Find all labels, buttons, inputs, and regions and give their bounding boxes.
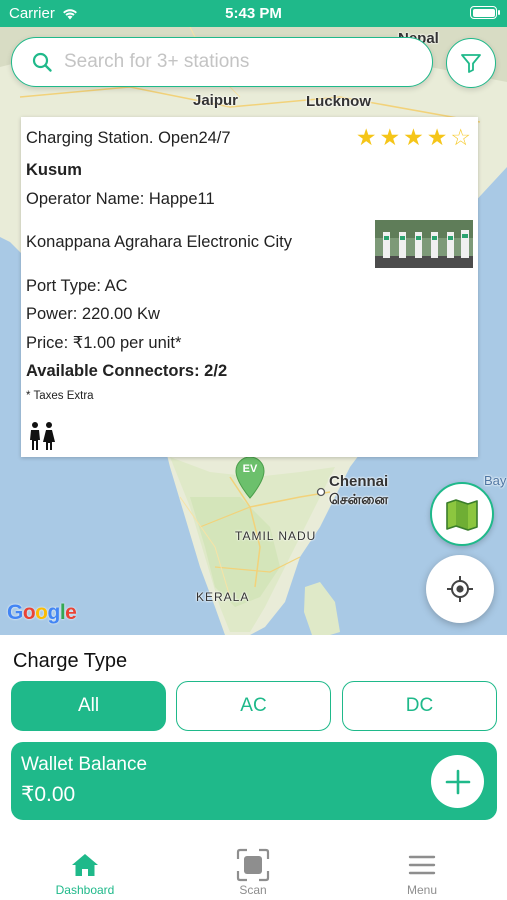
station-info-card[interactable]: Charging Station. Open24/7 ★ ★ ★ ★ ☆ Kus… [21,117,478,457]
map-label-lucknow: Lucknow [306,93,372,110]
rating-stars: ★ ★ ★ ★ ☆ [356,126,471,149]
tab-menu[interactable]: Menu [362,832,482,900]
bottom-tab-bar: Dashboard Scan Menu [0,832,507,900]
map-icon [446,499,478,531]
map-label-kerala: KERALA [196,590,250,604]
status-time: 5:43 PM [225,5,282,22]
city-dot-icon [316,487,326,497]
add-money-button[interactable] [431,755,484,808]
google-logo: Google [7,601,77,624]
locate-icon [447,576,473,602]
scan-icon [235,847,271,883]
station-photo[interactable] [375,220,473,268]
wallet-card: Wallet Balance ₹0.00 [11,742,497,820]
search-icon [32,52,52,72]
map-pin-icon [235,456,265,499]
tab-menu-label: Menu [406,883,438,897]
star-empty-icon: ☆ [450,124,471,150]
power-rating: Power: 220.00 Kw [26,305,160,323]
status-bar: Carrier 5:43 PM [0,0,507,27]
station-address: Konappana Agrahara Electronic City [26,233,292,251]
station-photo-image [375,220,473,268]
price-per-unit: Price: ₹1.00 per unit* [26,334,182,352]
menu-icon [404,847,440,883]
marker-label: EV [242,463,258,475]
star-filled-icon: ★ [379,124,401,150]
port-type: Port Type: AC [26,277,128,295]
filter-button[interactable] [446,38,496,88]
charge-type-all-button[interactable]: All [11,681,166,731]
map-label-chennai: Chennai [329,473,389,490]
map-label-bay: Bay [484,473,507,488]
map-label-tamil-nadu: TAMIL NADU [235,529,317,543]
operator-name: Operator Name: Happe11 [26,190,215,208]
map-type-button[interactable] [430,482,494,546]
map-label-jaipur: Jaipur [193,92,239,109]
star-filled-icon: ★ [403,124,424,150]
star-filled-icon: ★ [355,124,377,150]
taxes-note: * Taxes Extra [26,390,94,402]
charge-type-heading: Charge Type [13,650,128,672]
ev-station-marker[interactable]: EV [234,455,266,499]
tab-scan-label: Scan [239,883,267,897]
tab-scan[interactable]: Scan [193,832,313,900]
tab-dashboard[interactable]: Dashboard [25,832,145,900]
tab-dashboard-label: Dashboard [55,883,115,897]
home-icon [67,847,103,883]
my-location-button[interactable] [426,555,494,623]
battery-icon [470,6,500,19]
restroom-icon [30,422,55,450]
map-label-chennai-tamil: சென்னை [329,491,389,507]
search-bar[interactable] [11,37,433,87]
charge-type-dc-button[interactable]: DC [342,681,497,731]
filter-icon [461,54,481,73]
charge-type-ac-button[interactable]: AC [176,681,331,731]
station-title: Charging Station. Open24/7 [26,129,231,147]
charge-type-selector: All AC DC [11,681,497,731]
wallet-balance-amount: ₹0.00 [21,783,76,806]
available-connectors: Available Connectors: 2/2 [26,362,228,380]
search-input[interactable] [64,46,424,78]
plus-icon [445,769,470,794]
star-filled-icon: ★ [426,124,448,150]
station-name: Kusum [26,161,82,179]
wallet-balance-label: Wallet Balance [21,754,148,775]
